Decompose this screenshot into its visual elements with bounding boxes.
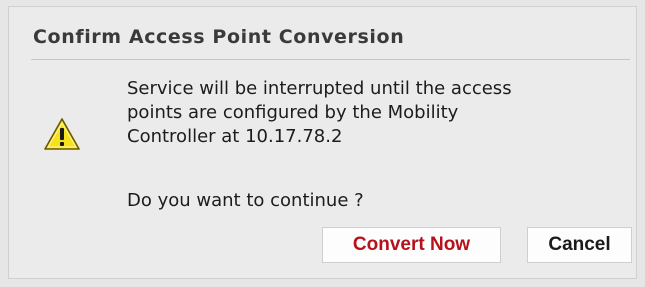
dialog-title: Confirm Access Point Conversion (33, 26, 405, 48)
message-line: points are configured by the Mobility (127, 102, 459, 123)
cancel-button[interactable]: Cancel (527, 227, 632, 263)
dialog-message: Service will be interrupted until the ac… (127, 77, 627, 149)
message-line: Controller at 10.17.78.2 (127, 126, 343, 147)
message-line: Service will be interrupted until the ac… (127, 78, 512, 99)
title-divider (31, 59, 630, 60)
warning-icon (44, 118, 80, 150)
confirm-dialog: Confirm Access Point Conversion Service … (8, 6, 637, 279)
dialog-question: Do you want to continue ? (127, 190, 364, 211)
convert-now-button[interactable]: Convert Now (322, 227, 501, 263)
